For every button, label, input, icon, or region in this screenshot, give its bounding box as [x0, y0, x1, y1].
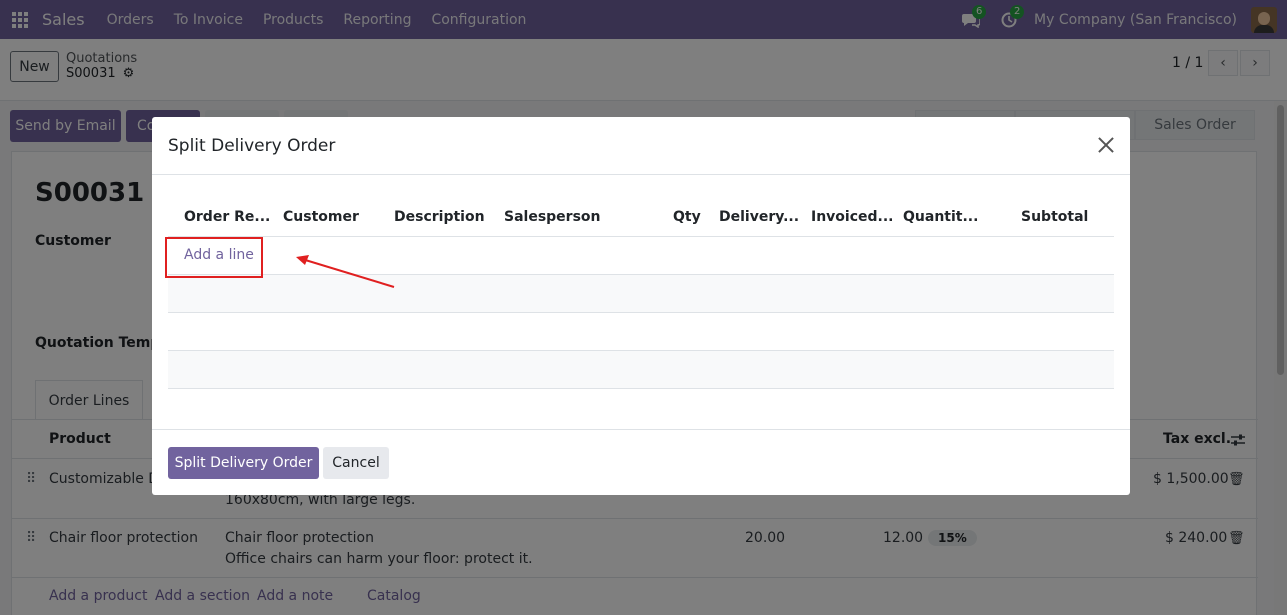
- col-description[interactable]: Description: [394, 209, 485, 225]
- dialog-footer: Split Delivery Order Cancel: [152, 429, 1130, 495]
- split-delivery-order-button[interactable]: Split Delivery Order: [168, 447, 319, 479]
- col-delivery[interactable]: Delivery...: [719, 209, 799, 225]
- cancel-button[interactable]: Cancel: [323, 447, 389, 479]
- dialog-grid-header: Order Re... Customer Description Salespe…: [168, 199, 1114, 237]
- col-salesperson[interactable]: Salesperson: [504, 209, 601, 225]
- empty-row: [168, 313, 1114, 351]
- dialog-title: Split Delivery Order: [168, 136, 336, 156]
- annotation-highlight-box: [165, 237, 263, 278]
- empty-row: [168, 351, 1114, 389]
- col-subtotal[interactable]: Subtotal: [1021, 209, 1088, 225]
- close-icon[interactable]: [1096, 135, 1116, 155]
- col-qty[interactable]: Qty: [673, 209, 701, 225]
- dialog-header: Split Delivery Order: [152, 117, 1130, 175]
- split-delivery-dialog: Split Delivery Order Order Re... Custome…: [152, 117, 1130, 495]
- col-order-reference[interactable]: Order Re...: [184, 209, 270, 225]
- col-quantity[interactable]: Quantit...: [903, 209, 978, 225]
- col-invoiced[interactable]: Invoiced...: [811, 209, 894, 225]
- col-customer[interactable]: Customer: [283, 209, 359, 225]
- annotation-arrow-icon: [296, 255, 395, 288]
